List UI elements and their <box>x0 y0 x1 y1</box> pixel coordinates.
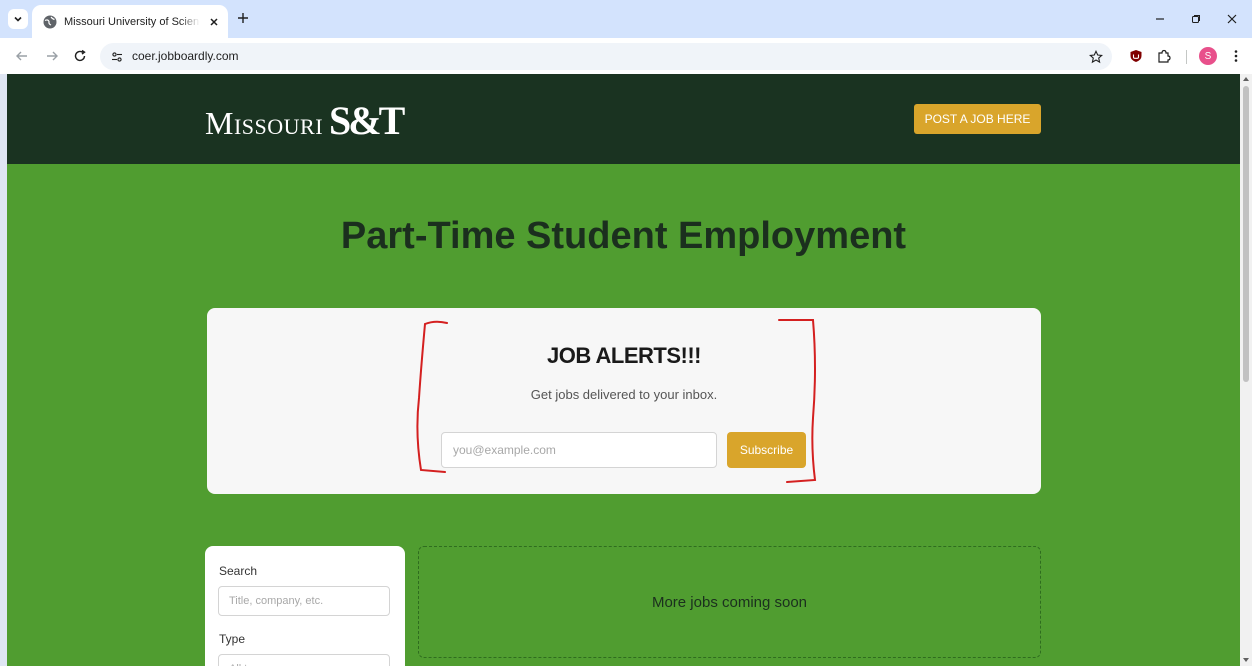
job-alerts-title: JOB ALERTS!!! <box>546 343 702 368</box>
logo-wordmark: Missouri <box>205 105 324 141</box>
new-tab-button[interactable] <box>234 9 252 27</box>
close-icon <box>210 18 218 26</box>
arrow-left-icon <box>16 51 27 61</box>
tab-title: Missouri University of Science & Technol… <box>64 16 200 28</box>
jobs-empty-state: More jobs coming soon <box>418 546 1041 658</box>
browser-tab-strip: Missouri University of Science & Technol… <box>0 0 1252 38</box>
browser-tab[interactable]: Missouri University of Science & Technol… <box>32 5 228 38</box>
globe-icon <box>43 15 57 29</box>
reload-icon <box>74 49 86 62</box>
back-button[interactable] <box>12 46 32 66</box>
job-alerts-card: JOB ALERTS!!! Get jobs delivered to your… <box>207 308 1041 494</box>
extensions-button[interactable] <box>1154 46 1174 66</box>
close-icon <box>1227 14 1237 24</box>
job-alerts-subtitle: Get jobs delivered to your inbox. <box>530 387 718 402</box>
type-label: Type <box>219 632 246 646</box>
puzzle-icon <box>1158 49 1171 63</box>
type-select[interactable] <box>218 654 390 666</box>
chevron-down-icon <box>14 16 22 22</box>
site-info-button[interactable] <box>108 48 126 66</box>
page-viewport: Missouri S&T POST A JOB HERE Part-Time S… <box>7 74 1240 666</box>
ublock-extension-button[interactable] <box>1126 46 1146 66</box>
url-text: coer.jobboardly.com <box>132 49 239 63</box>
search-label: Search <box>219 564 258 578</box>
subscribe-button[interactable]: Subscribe <box>727 432 806 468</box>
page-title: Part-Time Student Employment <box>340 215 907 257</box>
bookmark-button[interactable] <box>1086 47 1106 67</box>
minimize-icon <box>1156 18 1164 20</box>
browser-toolbar: coer.jobboardly.com S <box>0 38 1252 74</box>
filter-panel: Search Type <box>205 546 405 666</box>
forward-button[interactable] <box>42 46 62 66</box>
post-job-button[interactable]: POST A JOB HERE <box>914 104 1041 134</box>
site-header: Missouri S&T POST A JOB HERE <box>7 74 1240 164</box>
browser-menu-button[interactable] <box>1226 46 1246 66</box>
tab-close-button[interactable] <box>206 14 222 30</box>
profile-avatar[interactable]: S <box>1199 47 1217 65</box>
scroll-down-icon[interactable] <box>1243 658 1249 662</box>
site-logo[interactable]: Missouri S&T <box>205 98 405 143</box>
arrow-right-icon <box>47 51 58 61</box>
address-bar[interactable]: coer.jobboardly.com <box>100 43 1112 70</box>
search-input[interactable] <box>218 586 390 616</box>
plus-icon <box>238 13 248 23</box>
scroll-up-icon[interactable] <box>1243 77 1249 81</box>
restore-button[interactable] <box>1186 9 1206 29</box>
scroll-thumb[interactable] <box>1243 86 1249 382</box>
star-icon <box>1089 50 1103 64</box>
restore-icon <box>1192 15 1200 23</box>
email-field[interactable] <box>441 432 717 468</box>
reload-button[interactable] <box>70 46 90 66</box>
logo-monogram: S&T <box>329 98 405 143</box>
more-vert-icon <box>1234 50 1238 62</box>
tab-search-button[interactable] <box>8 9 28 29</box>
minimize-button[interactable] <box>1150 9 1170 29</box>
window-close-button[interactable] <box>1222 9 1242 29</box>
page-scrollbar[interactable] <box>1240 74 1252 666</box>
shield-icon <box>1130 50 1142 62</box>
toolbar-divider <box>1186 50 1187 64</box>
jobs-empty-message: More jobs coming soon <box>651 593 808 611</box>
tune-icon <box>112 52 122 62</box>
